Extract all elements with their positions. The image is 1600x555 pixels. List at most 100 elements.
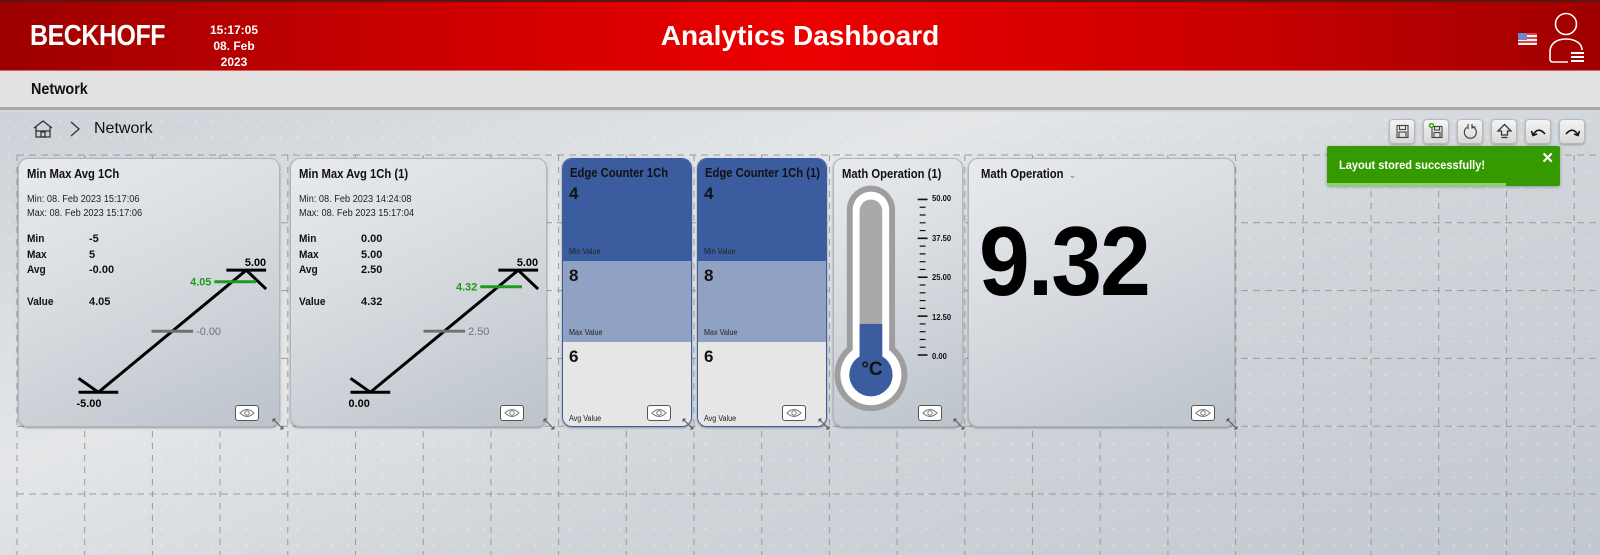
edge-avg-section: 6 Avg Value — [563, 342, 691, 426]
min-marker-arrow — [77, 377, 100, 394]
tile-edge-counter-1[interactable]: 4 Min Value 8 Max Value 6 Avg Value Edge… — [562, 158, 692, 427]
max-timestamp: Max: 08. Feb 2023 15:17:04 — [299, 207, 415, 219]
tile-math-operation-1[interactable]: Math Operation (1) °C 50.00 37.50 25.00 12.… — [833, 158, 963, 427]
visibility-toggle-button[interactable] — [918, 405, 942, 421]
tile-title: Min Max Avg 1Ch — [27, 167, 120, 181]
reset-layout-button[interactable] — [1457, 119, 1483, 144]
save-layout-as-button[interactable] — [1423, 119, 1449, 144]
success-toast: Layout stored successfully! ✕ — [1327, 146, 1560, 186]
tile-title: Min Max Avg 1Ch (1) — [299, 167, 409, 181]
edge-min-label: Min Value — [704, 247, 736, 256]
edge-max-section: 8 Max Value — [563, 261, 691, 342]
tile-min-max-avg-1[interactable]: -0.00 4.05 5.00 -5.00 Min Max Avg 1Ch Min: … — [18, 158, 280, 427]
visibility-toggle-button[interactable] — [1191, 405, 1215, 421]
max-marker-label: 5.00 — [245, 257, 266, 269]
breadcrumb-current[interactable]: Network — [94, 120, 153, 138]
tile-edge-counter-2[interactable]: 4 Min Value 8 Max Value 6 Avg Value Edge… — [697, 158, 827, 427]
visibility-toggle-button[interactable] — [782, 405, 806, 421]
us-flag-icon[interactable] — [1518, 33, 1537, 45]
tile-title[interactable]: Math Operation ⌄ — [981, 167, 1076, 181]
value-label: Value — [299, 296, 326, 308]
scale-label: 25.00 — [932, 272, 952, 282]
page-title: Network — [31, 81, 88, 98]
max-timestamp: Max: 08. Feb 2023 15:17:06 — [27, 207, 143, 219]
current-value: 4.32 — [361, 296, 383, 308]
min-value: 0.00 — [361, 233, 383, 245]
user-menu-icon[interactable] — [1546, 12, 1586, 64]
current-value: 4.05 — [89, 296, 111, 308]
max-value: 5.00 — [361, 249, 383, 261]
visibility-toggle-button[interactable] — [235, 405, 259, 421]
tile-title: Math Operation (1) — [842, 167, 942, 181]
resize-handle-icon[interactable] — [1226, 418, 1238, 430]
avg-marker-label: 2.50 — [468, 326, 489, 338]
min-marker-arrow — [349, 377, 372, 394]
value-marker-label: 4.32 — [456, 282, 477, 294]
min-max-timestamps: Min: 08. Feb 2023 15:17:06 Max: 08. Feb … — [27, 193, 142, 220]
avg-label: Avg — [299, 264, 318, 276]
resize-handle-icon[interactable] — [682, 418, 694, 430]
floppy-disk-new-icon — [1428, 123, 1443, 139]
max-marker-arrow — [245, 269, 268, 291]
page-title-bar: Network — [0, 71, 1600, 110]
home-icon[interactable] — [32, 118, 54, 140]
resize-handle-icon[interactable] — [818, 418, 830, 430]
resize-handle-icon[interactable] — [272, 418, 284, 430]
chevron-right-icon — [70, 121, 80, 137]
visibility-toggle-button[interactable] — [500, 405, 524, 421]
edge-max-label: Max Value — [569, 328, 603, 337]
scale-label: 37.50 — [932, 232, 952, 243]
value-label: Value — [27, 296, 54, 308]
avg-marker-label: -0.00 — [196, 326, 221, 338]
save-layout-button[interactable] — [1389, 119, 1415, 144]
tile-math-operation[interactable]: Math Operation ⌄ 9.32 — [968, 158, 1235, 427]
eye-icon — [922, 409, 938, 417]
scale-label: 50.00 — [932, 193, 952, 203]
edge-min-value: 4 — [704, 184, 714, 203]
edge-avg-section: 6 Avg Value — [698, 342, 826, 426]
upload-arrow-icon — [1495, 123, 1513, 139]
layout-toolbar — [1389, 119, 1585, 144]
redo-button[interactable] — [1559, 119, 1585, 144]
min-label: Min — [27, 233, 45, 245]
min-timestamp: Min: 08. Feb 2023 15:17:06 — [27, 194, 140, 205]
toast-progress-bar — [1327, 183, 1507, 186]
value-marker-label: 4.05 — [190, 277, 211, 289]
edge-avg-label: Avg Value — [569, 414, 602, 423]
tile-title: Edge Counter 1Ch — [570, 166, 669, 180]
resize-handle-icon[interactable] — [543, 418, 555, 430]
upload-layout-button[interactable] — [1491, 119, 1517, 144]
edge-avg-value: 6 — [704, 347, 714, 366]
eye-icon — [239, 409, 255, 417]
min-marker-label: -5.00 — [77, 398, 102, 410]
tile-min-max-avg-2[interactable]: 2.50 4.32 5.00 0.00 Min Max Avg 1Ch (1) Min… — [290, 158, 547, 427]
scale-label: 12.50 — [932, 311, 952, 322]
edge-min-value: 4 — [569, 184, 579, 203]
visibility-toggle-button[interactable] — [647, 405, 671, 421]
min-timestamp: Min: 08. Feb 2023 14:24:08 — [299, 194, 412, 205]
close-icon[interactable]: ✕ — [1541, 149, 1554, 167]
avg-label: Avg — [27, 264, 46, 276]
resize-handle-icon[interactable] — [953, 418, 965, 430]
redo-icon — [1564, 129, 1580, 137]
scale-label: 0.00 — [932, 351, 947, 361]
undo-button[interactable] — [1525, 119, 1551, 144]
max-marker-label: 5.00 — [517, 257, 538, 269]
undo-icon — [1530, 129, 1546, 137]
min-marker-label: 0.00 — [349, 398, 370, 410]
eye-icon — [504, 409, 520, 417]
max-value: 5 — [89, 249, 96, 261]
max-label: Max — [27, 249, 47, 261]
tile-title: Edge Counter 1Ch (1) — [705, 166, 821, 180]
eye-icon — [786, 409, 802, 417]
tile-title-text: Math Operation — [981, 167, 1064, 181]
edge-max-label: Max Value — [704, 328, 738, 337]
edge-avg-value: 6 — [569, 347, 579, 366]
avg-value: 2.50 — [361, 264, 383, 276]
edge-max-value: 8 — [569, 266, 579, 285]
edge-min-label: Min Value — [569, 247, 601, 256]
min-label: Min — [299, 233, 317, 245]
chevron-down-icon[interactable]: ⌄ — [1069, 170, 1077, 181]
breadcrumb: Network — [32, 118, 153, 140]
eye-icon — [1195, 409, 1211, 417]
